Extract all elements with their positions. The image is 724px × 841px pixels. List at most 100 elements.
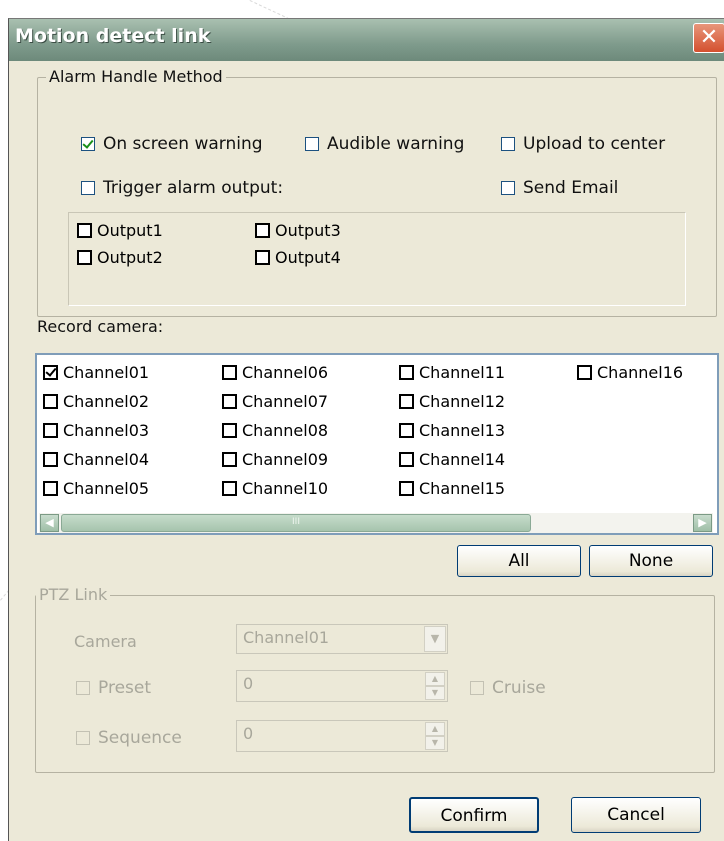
channel05-label: Channel05 <box>63 479 150 498</box>
cruise-checkbox[interactable]: Cruise <box>470 678 546 698</box>
channel09-label: Channel09 <box>242 450 329 469</box>
cancel-button[interactable]: Cancel <box>571 797 701 833</box>
send-email-label: Send Email <box>523 178 619 198</box>
audible-warning-checkbox[interactable]: Audible warning <box>305 134 464 154</box>
on-screen-warning-label: On screen warning <box>103 134 263 154</box>
channel16-checkbox[interactable]: Channel16 <box>577 363 683 382</box>
channel09-checkbox[interactable]: Channel09 <box>222 450 328 469</box>
channel07-checkbox[interactable]: Channel07 <box>222 392 328 411</box>
scroll-thumb[interactable]: III <box>61 514 531 532</box>
channel04-checkbox[interactable]: Channel04 <box>43 450 149 469</box>
spin-up-icon[interactable]: ▲ <box>425 672 445 686</box>
channel01-checkbox[interactable]: Channel01 <box>43 363 149 382</box>
checkbox-icon <box>470 681 484 695</box>
checkbox-icon <box>81 181 95 195</box>
checkbox-icon <box>76 681 90 695</box>
output4-checkbox[interactable]: Output4 <box>255 248 341 267</box>
preset-spinner[interactable]: ▲ ▼ <box>425 672 445 700</box>
checkbox-icon <box>305 137 319 151</box>
ptz-link-group: PTZ Link Camera Channel01 ▼ Preset 0 ▲ ▼… <box>35 585 715 773</box>
sequence-value: 0 <box>243 724 254 743</box>
sequence-checkbox[interactable]: Sequence <box>76 728 182 748</box>
sequence-spinner[interactable]: ▲ ▼ <box>425 722 445 750</box>
spin-up-icon[interactable]: ▲ <box>425 722 445 736</box>
preset-value: 0 <box>243 674 254 693</box>
channel10-checkbox[interactable]: Channel10 <box>222 479 328 498</box>
channel03-label: Channel03 <box>63 421 150 440</box>
chevron-down-icon[interactable]: ▼ <box>424 626 446 652</box>
checkbox-checked-icon <box>43 365 58 380</box>
channel11-checkbox[interactable]: Channel11 <box>399 363 505 382</box>
checkbox-icon <box>399 481 414 496</box>
scroll-right-icon[interactable]: ▶ <box>693 514 712 532</box>
close-icon[interactable]: ✕ <box>693 23 724 53</box>
spin-down-icon[interactable]: ▼ <box>425 736 445 750</box>
channel06-checkbox[interactable]: Channel06 <box>222 363 328 382</box>
channel15-checkbox[interactable]: Channel15 <box>399 479 505 498</box>
preset-checkbox[interactable]: Preset <box>76 678 151 698</box>
channel05-checkbox[interactable]: Channel05 <box>43 479 149 498</box>
channel11-label: Channel11 <box>419 363 506 382</box>
record-camera-label: Record camera: <box>37 317 164 336</box>
channel04-label: Channel04 <box>63 450 150 469</box>
channel02-checkbox[interactable]: Channel02 <box>43 392 149 411</box>
channel01-label: Channel01 <box>63 363 150 382</box>
camera-select[interactable]: Channel01 <box>236 624 448 654</box>
channel06-label: Channel06 <box>242 363 329 382</box>
scroll-left-icon[interactable]: ◀ <box>40 514 59 532</box>
alarm-handle-legend: Alarm Handle Method <box>46 67 226 86</box>
on-screen-warning-checkbox[interactable]: On screen warning <box>81 134 263 154</box>
checkbox-icon <box>77 250 92 265</box>
ptz-link-legend: PTZ Link <box>36 585 111 604</box>
record-camera-list: Channel01 Channel02 Channel03 Channel04 … <box>35 353 719 535</box>
checkbox-icon <box>222 394 237 409</box>
preset-label: Preset <box>98 678 152 698</box>
dialog-title: Motion detect link <box>15 25 211 47</box>
horizontal-scrollbar[interactable]: ◀ III ▶ <box>39 513 713 533</box>
channel12-checkbox[interactable]: Channel12 <box>399 392 505 411</box>
checkbox-icon <box>222 481 237 496</box>
all-button[interactable]: All <box>457 545 581 577</box>
output3-checkbox[interactable]: Output3 <box>255 221 341 240</box>
alarm-handle-group: Alarm Handle Method On screen warning Au… <box>37 67 717 317</box>
upload-to-center-checkbox[interactable]: Upload to center <box>501 134 665 154</box>
output1-checkbox[interactable]: Output1 <box>77 221 163 240</box>
checkbox-checked-icon <box>81 137 95 151</box>
checkbox-icon <box>43 423 58 438</box>
channel07-label: Channel07 <box>242 392 329 411</box>
channel03-checkbox[interactable]: Channel03 <box>43 421 149 440</box>
spin-down-icon[interactable]: ▼ <box>425 686 445 700</box>
preset-input[interactable]: 0 <box>236 670 448 702</box>
cruise-label: Cruise <box>492 678 546 698</box>
confirm-button[interactable]: Confirm <box>409 797 539 833</box>
checkbox-icon <box>76 731 90 745</box>
channel15-label: Channel15 <box>419 479 506 498</box>
trigger-alarm-output-checkbox[interactable]: Trigger alarm output: <box>81 178 283 198</box>
channel14-label: Channel14 <box>419 450 506 469</box>
channel08-checkbox[interactable]: Channel08 <box>222 421 328 440</box>
checkbox-icon <box>399 365 414 380</box>
output2-checkbox[interactable]: Output2 <box>77 248 163 267</box>
title-bar[interactable]: Motion detect link ✕ <box>9 19 724 61</box>
checkbox-icon <box>577 365 592 380</box>
checkbox-icon <box>43 452 58 467</box>
checkbox-icon <box>501 181 515 195</box>
checkbox-icon <box>222 452 237 467</box>
output1-label: Output1 <box>97 221 163 240</box>
channel10-label: Channel10 <box>242 479 329 498</box>
checkbox-icon <box>255 223 270 238</box>
channel08-label: Channel08 <box>242 421 329 440</box>
sequence-label: Sequence <box>98 728 182 748</box>
channel14-checkbox[interactable]: Channel14 <box>399 450 505 469</box>
sequence-input[interactable]: 0 <box>236 720 448 752</box>
output3-label: Output3 <box>275 221 341 240</box>
checkbox-icon <box>77 223 92 238</box>
camera-label: Camera <box>74 632 137 651</box>
send-email-checkbox[interactable]: Send Email <box>501 178 618 198</box>
channel13-checkbox[interactable]: Channel13 <box>399 421 505 440</box>
output4-label: Output4 <box>275 248 341 267</box>
none-button[interactable]: None <box>589 545 713 577</box>
checkbox-icon <box>501 137 515 151</box>
channel02-label: Channel02 <box>63 392 150 411</box>
audible-warning-label: Audible warning <box>327 134 465 154</box>
